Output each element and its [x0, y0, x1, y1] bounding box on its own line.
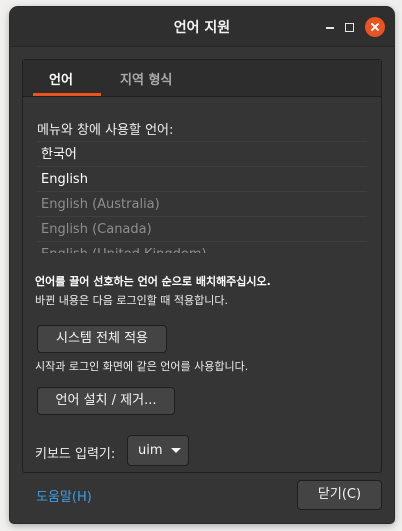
- drag-order-hint: 언어를 끌어 선호하는 언어 순으로 배치해주십시오.: [35, 275, 271, 288]
- tab-language[interactable]: 언어: [49, 69, 73, 88]
- language-support-window: 언어 지원 언어 지역 형식 메뉴와 창에 사용할 언어: 한국어 Englis…: [10, 7, 394, 523]
- apply-system-wide-button[interactable]: 시스템 전체 적용: [37, 325, 167, 353]
- tab-regional-formats[interactable]: 지역 형식: [120, 69, 172, 88]
- help-link[interactable]: 도움말(H): [36, 486, 92, 505]
- active-tab-indicator: [33, 93, 101, 96]
- titlebar[interactable]: 언어 지원: [10, 7, 394, 47]
- language-item[interactable]: English (United Kingdom): [37, 241, 367, 253]
- dropdown-arrow-icon: [171, 448, 181, 453]
- language-item[interactable]: English (Canada): [37, 216, 367, 241]
- close-icon[interactable]: [365, 17, 385, 37]
- keyboard-input-label: 키보드 입력기:: [35, 447, 116, 462]
- language-list-label: 메뉴와 창에 사용할 언어:: [37, 123, 174, 138]
- language-item[interactable]: English: [37, 166, 367, 191]
- language-item[interactable]: English (Australia): [37, 191, 367, 216]
- install-remove-languages-button[interactable]: 언어 설치 / 제거...: [37, 387, 175, 415]
- maximize-icon[interactable]: [339, 17, 359, 37]
- tab-bar: 언어 지역 형식: [23, 60, 381, 97]
- minimize-icon[interactable]: [320, 17, 340, 37]
- tab-panel: 언어 지역 형식 메뉴와 창에 사용할 언어: 한국어 English Engl…: [22, 59, 382, 473]
- apply-system-wide-hint: 시작과 로그인 화면에 같은 언어를 사용합니다.: [35, 360, 249, 373]
- language-list[interactable]: 한국어 English English (Australia) English …: [37, 141, 367, 253]
- next-login-hint: 바뀐 내용은 다음 로그인할 때 적용합니다.: [35, 294, 229, 307]
- keyboard-input-value: uim: [138, 443, 163, 458]
- language-item[interactable]: 한국어: [37, 141, 367, 166]
- keyboard-input-select[interactable]: uim: [127, 435, 189, 466]
- close-button[interactable]: 닫기(C): [297, 480, 382, 510]
